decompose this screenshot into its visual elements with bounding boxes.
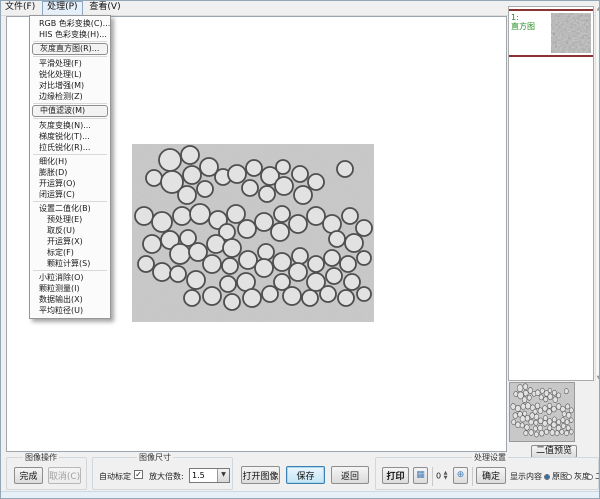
- result-caption: 1: 直方图: [509, 11, 551, 55]
- app-window: 文件(F) 处理(P) 查看(V) RGB 色彩变换(C)... HIS 色彩变…: [0, 0, 600, 499]
- calibrate-label: 自动标定: [99, 471, 131, 482]
- process-settings-title: 处理设置: [472, 453, 508, 462]
- image-size-group-title: 图像尺寸: [137, 453, 173, 462]
- back-button[interactable]: 返回: [331, 466, 369, 484]
- menu-separator: [33, 56, 107, 57]
- zoom-icon-button[interactable]: ⊕: [453, 467, 468, 484]
- display-mode-label: 显示内容: [510, 471, 542, 482]
- radio-icon: [587, 474, 593, 480]
- menu-process[interactable]: 处理(P): [42, 1, 82, 16]
- menu-item-open-op[interactable]: 开运算(O): [30, 178, 110, 189]
- menu-separator: [33, 201, 107, 202]
- toolbar-divider: [432, 467, 433, 486]
- option-binary[interactable]: 二值: [587, 471, 600, 482]
- finish-button[interactable]: 完成: [14, 467, 43, 484]
- print-button[interactable]: 打印: [382, 467, 409, 484]
- menu-item-gradient[interactable]: 梯度锐化(T)...: [30, 131, 110, 142]
- chevron-down-icon[interactable]: ▼: [217, 469, 229, 482]
- menu-separator: [33, 154, 107, 155]
- cancel-button: 取消(C): [48, 467, 81, 484]
- specimen-image: [132, 144, 374, 322]
- level-spinner[interactable]: 0 ▲▼: [436, 471, 448, 481]
- menu-item-export[interactable]: 数据输出(X): [30, 294, 110, 305]
- menu-item-smooth[interactable]: 平滑处理(F): [30, 58, 110, 69]
- menu-item-contrast[interactable]: 对比增强(M): [30, 80, 110, 91]
- menu-item-invert[interactable]: 取反(U): [30, 225, 110, 236]
- menu-item-histogram[interactable]: 灰度直方图(R)...: [32, 43, 108, 55]
- menu-item-measure[interactable]: 颗粒测量(I): [30, 283, 110, 294]
- zoom-value: 1.5: [192, 471, 205, 480]
- scroll-up-icon[interactable]: ▲: [597, 6, 600, 12]
- operation-group-title: 图像操作: [23, 453, 59, 462]
- image-size-group: 图像尺寸 自动标定 ✓ 放大倍数: 1.5 ▼: [92, 457, 233, 490]
- menu-item-graytrans[interactable]: 灰度变换(N)...: [30, 120, 110, 131]
- menu-item-rgb[interactable]: RGB 色彩变换(C)...: [30, 18, 110, 29]
- menu-item-open2[interactable]: 开运算(X): [30, 236, 110, 247]
- result-thumbnail[interactable]: [551, 13, 591, 53]
- menu-item-edge[interactable]: 边缘检测(Z): [30, 91, 110, 102]
- zoom-label: 放大倍数:: [149, 471, 184, 482]
- apply-button[interactable]: 确定: [476, 467, 506, 484]
- process-settings-group: 处理设置 打印 ▦ 0 ▲▼ ⊕ 确定 显示内容 原图 灰度 二值: [375, 457, 599, 490]
- menu-item-remove-small[interactable]: 小粒消除(O): [30, 272, 110, 283]
- menu-item-binarize[interactable]: 设置二值化(B): [30, 203, 110, 214]
- grid-icon: ▦: [416, 471, 425, 480]
- open-image-button[interactable]: 打开图像: [241, 466, 280, 484]
- save-button[interactable]: 保存: [286, 466, 325, 484]
- sidebar-scrollbar[interactable]: ▲ ▼: [595, 6, 600, 381]
- toolbar-divider: [472, 467, 473, 486]
- menu-item-calibrate[interactable]: 标定(F): [30, 247, 110, 258]
- calibrate-checkbox[interactable]: ✓: [134, 470, 143, 479]
- menu-item-close-op[interactable]: 闭运算(C): [30, 189, 110, 200]
- zoom-combobox[interactable]: 1.5 ▼: [189, 468, 230, 483]
- menu-item-sharpen[interactable]: 锐化处理(L): [30, 69, 110, 80]
- source-thumbnail[interactable]: [509, 382, 575, 442]
- radio-icon: [544, 474, 550, 480]
- scroll-down-icon[interactable]: ▼: [597, 375, 600, 381]
- magnifier-icon: ⊕: [457, 471, 465, 480]
- result-list-item[interactable]: 1: 直方图: [509, 9, 593, 57]
- status-strip: [1, 491, 600, 499]
- menu-file[interactable]: 文件(F): [1, 1, 39, 14]
- result-index: 1:: [511, 13, 551, 22]
- option-original[interactable]: 原图: [544, 471, 568, 482]
- menu-view[interactable]: 查看(V): [85, 1, 124, 14]
- menu-item-mean-size[interactable]: 平均粒径(U): [30, 305, 110, 316]
- menu-item-thin[interactable]: 细化(H): [30, 156, 110, 167]
- menu-item-preprocess[interactable]: 预处理(E): [30, 214, 110, 225]
- process-menu-dropdown: RGB 色彩变换(C)... HIS 色彩变换(H)... 灰度直方图(R)..…: [29, 15, 111, 319]
- menu-item-laplace[interactable]: 拉氏锐化(R)...: [30, 142, 110, 153]
- menu-item-particle-calc[interactable]: 颗粒计算(S): [30, 258, 110, 269]
- menu-separator: [33, 270, 107, 271]
- spin-up-down-icon[interactable]: ▲▼: [444, 471, 448, 481]
- operation-group: 图像操作 完成 取消(C): [6, 457, 87, 490]
- menu-separator: [33, 118, 107, 119]
- menu-item-his[interactable]: HIS 色彩变换(H)...: [30, 29, 110, 40]
- result-list-panel: 1: 直方图: [508, 6, 594, 381]
- menu-item-dilate[interactable]: 膨胀(D): [30, 167, 110, 178]
- result-label: 直方图: [511, 22, 551, 31]
- menu-item-median[interactable]: 中值滤波(M): [32, 105, 108, 117]
- menu-separator: [33, 103, 107, 104]
- menu-separator: [33, 41, 107, 42]
- spinner-value: 0: [436, 472, 441, 481]
- grid-icon-button[interactable]: ▦: [413, 467, 428, 484]
- radio-icon: [566, 474, 572, 480]
